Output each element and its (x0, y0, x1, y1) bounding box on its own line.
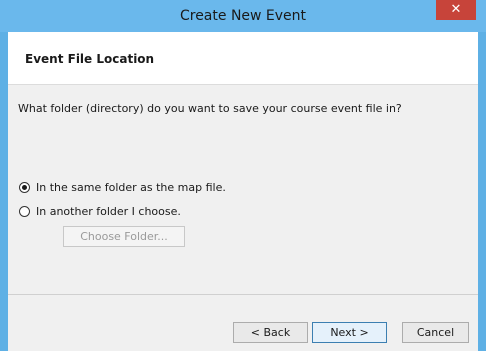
wizard-footer: < Back Next > Cancel (8, 295, 478, 351)
dialog-window: Create New Event ✕ Event File Location W… (0, 0, 486, 351)
next-button[interactable]: Next > (312, 322, 387, 343)
option-another-folder-label[interactable]: In another folder I choose. (36, 205, 181, 218)
close-icon: ✕ (450, 2, 462, 17)
title-bar[interactable]: Create New Event ✕ (0, 0, 486, 32)
option-same-folder-label[interactable]: In the same folder as the map file. (36, 181, 226, 194)
wizard-header: Event File Location (8, 32, 478, 85)
dialog-client-area: Event File Location What folder (directo… (8, 32, 478, 351)
radio-another-folder[interactable] (19, 205, 30, 217)
question-text: What folder (directory) do you want to s… (18, 102, 402, 115)
wizard-content: What folder (directory) do you want to s… (8, 85, 478, 295)
page-title: Event File Location (25, 52, 155, 66)
option-same-folder[interactable]: In the same folder as the map file. (19, 180, 226, 194)
back-button[interactable]: < Back (233, 322, 308, 343)
window-title: Create New Event (179, 8, 307, 24)
radio-same-folder[interactable] (19, 181, 30, 193)
cancel-button[interactable]: Cancel (402, 322, 469, 343)
choose-folder-button[interactable]: Choose Folder... (63, 226, 185, 247)
option-another-folder[interactable]: In another folder I choose. (19, 204, 181, 218)
close-button[interactable]: ✕ (436, 0, 476, 20)
